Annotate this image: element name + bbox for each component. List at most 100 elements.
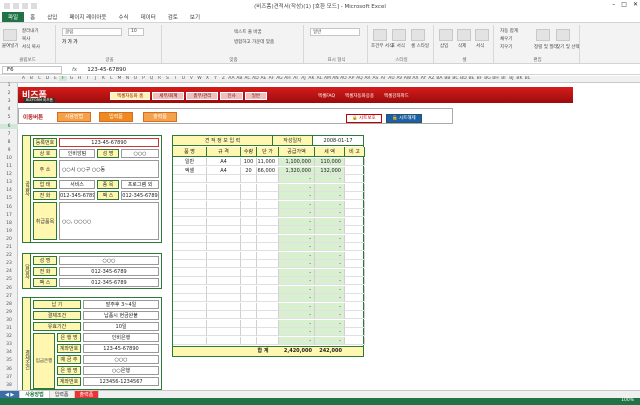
quote-cell[interactable] <box>257 302 279 311</box>
quote-cell[interactable] <box>173 336 207 345</box>
date-value[interactable]: 2008-01-17 <box>313 136 363 146</box>
row-header[interactable]: 36 <box>0 367 18 372</box>
column-header[interactable]: AZ <box>427 76 435 81</box>
quote-cell[interactable]: - <box>279 183 315 192</box>
column-header[interactable]: K <box>99 76 107 81</box>
column-header[interactable]: AE <box>259 76 267 81</box>
fx-icon[interactable]: fx <box>72 67 77 73</box>
ribbon-tab-1[interactable]: 홈 <box>24 12 41 22</box>
quote-cell[interactable] <box>207 311 241 319</box>
quote-cell[interactable] <box>173 319 207 328</box>
column-header[interactable]: AK <box>307 76 315 81</box>
quote-cell[interactable] <box>257 260 279 268</box>
quote-cell[interactable] <box>257 183 279 192</box>
name-box[interactable]: F6 <box>2 65 62 74</box>
ribbon-tab-6[interactable]: 검토 <box>162 12 184 22</box>
quote-cell[interactable]: - <box>279 243 315 251</box>
font-size-select[interactable]: 10 <box>128 28 144 36</box>
quote-cell[interactable] <box>241 260 257 268</box>
row-header[interactable]: 22 <box>0 253 18 258</box>
manager-name-value[interactable]: ○○○ <box>59 256 159 265</box>
column-header[interactable]: C <box>35 76 43 81</box>
quote-cell[interactable]: - <box>279 311 315 319</box>
column-header[interactable]: F <box>59 76 68 81</box>
terms-value[interactable]: 인비은행 <box>83 333 159 342</box>
quote-cell[interactable] <box>345 277 365 285</box>
row-header[interactable]: 21 <box>0 245 18 250</box>
quote-cell[interactable]: - <box>315 302 345 311</box>
terms-value[interactable]: ○○은행 <box>83 366 159 375</box>
quote-cell[interactable] <box>173 285 207 294</box>
quote-cell[interactable] <box>345 183 365 192</box>
quote-cell[interactable] <box>257 294 279 302</box>
banner-link[interactable]: 엑셀강좌파드 <box>384 93 409 99</box>
column-header[interactable]: AJ <box>299 76 307 81</box>
column-header[interactable]: T <box>171 76 179 81</box>
sort-filter-icon[interactable] <box>536 29 550 41</box>
quote-cell[interactable]: - <box>315 183 345 192</box>
table-format-icon[interactable] <box>392 29 406 41</box>
terms-value[interactable]: 10일 <box>83 322 159 331</box>
quote-cell[interactable] <box>257 243 279 251</box>
copy-button[interactable]: 복사 <box>22 36 30 42</box>
zoom-level[interactable]: 100% <box>621 398 634 403</box>
quote-cell[interactable] <box>257 217 279 226</box>
column-header[interactable]: AD <box>251 76 259 81</box>
quote-cell[interactable] <box>257 268 279 277</box>
terms-value[interactable]: ○○○ <box>83 355 159 364</box>
banner-nav-item[interactable]: 세무/회계 <box>152 92 185 100</box>
quote-cell[interactable]: - <box>315 234 345 243</box>
merge-center-button[interactable]: 병합하고 가운데 맞춤 <box>234 39 274 45</box>
column-header[interactable]: AR <box>363 76 371 81</box>
column-header[interactable]: BC <box>451 76 459 81</box>
quote-cell[interactable] <box>345 175 365 183</box>
row-header[interactable]: 12 <box>0 172 18 177</box>
quote-cell[interactable] <box>173 268 207 277</box>
quote-cell[interactable]: - <box>315 175 345 183</box>
quote-cell[interactable] <box>241 243 257 251</box>
find-select-icon[interactable] <box>556 29 570 41</box>
delete-cell-icon[interactable] <box>457 29 471 41</box>
column-header[interactable]: Y <box>211 76 219 81</box>
column-header[interactable]: AQ <box>355 76 363 81</box>
quote-cell[interactable]: - <box>315 251 345 260</box>
quote-cell[interactable] <box>345 158 365 166</box>
quote-cell[interactable] <box>241 336 257 345</box>
column-header[interactable]: AN <box>331 76 339 81</box>
quote-cell[interactable]: - <box>315 200 345 209</box>
quote-cell[interactable] <box>207 209 241 217</box>
row-header[interactable]: 10 <box>0 156 18 161</box>
quote-cell[interactable] <box>257 336 279 345</box>
column-header[interactable]: U <box>179 76 187 81</box>
quote-cell[interactable] <box>173 192 207 200</box>
quote-cell[interactable]: - <box>315 319 345 328</box>
quote-cell[interactable]: - <box>279 268 315 277</box>
quote-cell[interactable] <box>241 277 257 285</box>
ribbon-tab-0[interactable]: 파일 <box>2 11 25 22</box>
quote-cell[interactable] <box>173 234 207 243</box>
banner-nav-item[interactable]: 총무/관리 <box>186 92 219 100</box>
column-header[interactable]: AH <box>283 76 291 81</box>
column-header[interactable]: AC <box>243 76 251 81</box>
output-form-button[interactable]: 출력폼 <box>143 112 177 122</box>
quote-cell[interactable] <box>241 183 257 192</box>
ribbon-tab-7[interactable]: 보기 <box>184 12 206 22</box>
formula-input[interactable]: 123-45-67890 <box>87 67 126 73</box>
column-header[interactable]: BA <box>435 76 443 81</box>
manager-tel-value[interactable]: 012-345-6789 <box>59 267 159 276</box>
quote-cell[interactable]: - <box>279 302 315 311</box>
quote-cell[interactable] <box>257 200 279 209</box>
quote-cell[interactable]: - <box>315 268 345 277</box>
banner-link[interactable]: 엑셀자동화응용 <box>345 93 374 99</box>
quote-cell[interactable]: - <box>315 277 345 285</box>
column-header[interactable]: BH <box>491 76 499 81</box>
column-header[interactable]: O <box>131 76 139 81</box>
input-form-button[interactable]: 입력폼 <box>99 112 133 122</box>
row-header[interactable]: 1 <box>0 83 18 88</box>
quote-cell[interactable] <box>173 260 207 268</box>
quote-cell[interactable] <box>345 260 365 268</box>
reg-value[interactable]: 123-45-67890 <box>59 138 159 147</box>
cell-style-button[interactable]: 셀 스타일 <box>411 43 429 49</box>
quote-cell[interactable]: - <box>279 226 315 234</box>
column-header[interactable]: H <box>75 76 83 81</box>
